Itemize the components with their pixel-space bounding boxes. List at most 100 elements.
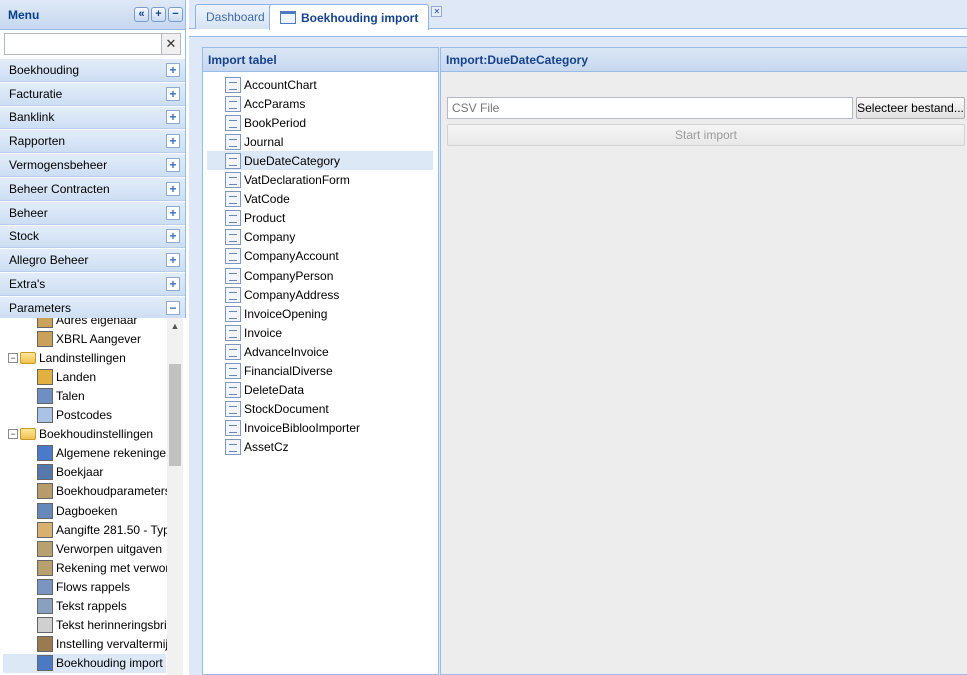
envelope-icon xyxy=(37,407,53,423)
section-toggle-icon[interactable]: + xyxy=(166,86,180,101)
scroll-thumb[interactable] xyxy=(169,364,181,466)
import-item-accountchart[interactable]: AccountChart xyxy=(207,75,433,94)
tree-item-aangifte-281-50-type[interactable]: Aangifte 281.50 - Type xyxy=(37,520,177,539)
section-toggle-icon[interactable]: + xyxy=(166,181,180,196)
tree-item-dagboeken[interactable]: Dagboeken xyxy=(37,501,117,520)
content-top-strip xyxy=(189,30,967,37)
menu-search-input[interactable] xyxy=(4,33,162,55)
tree-item-label: Boekhoudparameters xyxy=(56,484,171,499)
menu-section-rapporten[interactable]: Rapporten + xyxy=(0,129,185,154)
tree-item-label: Landinstellingen xyxy=(39,350,126,365)
csv-file-field[interactable] xyxy=(447,97,853,119)
chart-icon xyxy=(37,445,53,462)
tree-item-label: XBRL Aangever xyxy=(56,331,141,346)
section-toggle-icon[interactable]: + xyxy=(166,253,180,268)
tree-item-talen[interactable]: Talen xyxy=(37,386,85,405)
tree-item-algemene-rekeningen[interactable]: Algemene rekeningen xyxy=(37,444,173,463)
import-item-vatdeclarationform[interactable]: VatDeclarationForm xyxy=(207,171,433,190)
menu-section-label: Beheer xyxy=(9,205,48,220)
tree-item-landinstellingen[interactable]: − Landinstellingen xyxy=(8,348,126,367)
tree-item-rekening-met-verworp[interactable]: Rekening met verworp xyxy=(37,558,176,577)
menu-section-extra-s[interactable]: Extra's + xyxy=(0,272,185,296)
tree-item-tekst-herinneringsbrie[interactable]: Tekst herinneringsbrie xyxy=(37,616,173,635)
tree-item-verworpen-uitgaven[interactable]: Verworpen uitgaven xyxy=(37,539,162,558)
import-item-deletedata[interactable]: DeleteData xyxy=(207,381,433,400)
section-toggle-icon[interactable]: + xyxy=(166,229,180,244)
import-item-company[interactable]: Company xyxy=(207,228,433,247)
import-item-companyaccount[interactable]: CompanyAccount xyxy=(207,247,433,266)
tree-item-landen[interactable]: Landen xyxy=(37,367,96,386)
section-toggle-icon[interactable]: + xyxy=(166,62,180,77)
section-toggle-icon[interactable]: + xyxy=(166,277,180,292)
table-icon xyxy=(225,420,241,437)
menu-section-vermogensbeheer[interactable]: Vermogensbeheer + xyxy=(0,153,185,177)
section-toggle-icon[interactable]: + xyxy=(166,110,180,125)
tab-boekhouding-import[interactable]: Boekhouding import ✕ xyxy=(269,4,443,30)
menu-section-banklink[interactable]: Banklink + xyxy=(0,105,185,130)
import-item-assetcz[interactable]: AssetCz xyxy=(207,438,433,457)
tab-dashboard[interactable]: Dashboard xyxy=(195,4,276,29)
table-icon xyxy=(225,133,241,150)
select-file-button[interactable]: Selecteer bestand... xyxy=(856,97,965,119)
import-item-accparams[interactable]: AccParams xyxy=(207,94,433,113)
import-item-invoice[interactable]: Invoice xyxy=(207,323,433,342)
book-icon xyxy=(37,464,53,481)
close-tab-icon[interactable]: ✕ xyxy=(431,6,443,17)
expenses-icon xyxy=(37,540,53,557)
import-item-bookperiod[interactable]: BookPeriod xyxy=(207,113,433,132)
menu-section-label: Facturatie xyxy=(9,86,63,101)
tree-item-xbrl-aangever[interactable]: XBRL Aangever xyxy=(37,329,141,348)
import-item-vatcode[interactable]: VatCode xyxy=(207,190,433,209)
table-icon xyxy=(225,343,241,360)
section-toggle-icon[interactable]: − xyxy=(166,300,180,315)
tree-item-postcodes[interactable]: Postcodes xyxy=(37,406,112,425)
menu-section-beheer[interactable]: Beheer + xyxy=(0,200,185,225)
section-toggle-icon[interactable]: + xyxy=(166,158,180,173)
import-item-invoicebiblooimporter[interactable]: InvoiceBiblooImporter xyxy=(207,419,433,438)
table-icon xyxy=(225,152,241,169)
tree-item-label: Verworpen uitgaven xyxy=(56,541,163,556)
tree-scrollbar[interactable]: ▲ xyxy=(167,318,183,675)
collapse-node-icon[interactable]: − xyxy=(8,429,18,440)
parameters-tree[interactable]: Adres eigenaar XBRL Aangever − Landinstelli… xyxy=(0,318,186,675)
tree-item-flows-rappels[interactable]: Flows rappels xyxy=(37,577,130,596)
scroll-up-icon[interactable]: ▲ xyxy=(167,318,183,334)
collapse-node-icon[interactable]: − xyxy=(8,352,18,363)
menu-section-boekhouding[interactable]: Boekhouding + xyxy=(0,58,185,82)
start-import-button[interactable]: Start import xyxy=(447,124,965,146)
import-item-duedatecategory[interactable]: DueDateCategory xyxy=(207,151,433,171)
menu-sections: Boekhouding + Facturatie + Banklink + Rapporte… xyxy=(0,58,185,320)
collapse-all-button[interactable]: − xyxy=(168,7,183,22)
import-item-companyperson[interactable]: CompanyPerson xyxy=(207,266,433,285)
search-clear-button[interactable]: ✕ xyxy=(162,33,181,55)
import-item-journal[interactable]: Journal xyxy=(207,132,433,151)
tree-item-adres-eigenaar[interactable]: Adres eigenaar xyxy=(37,318,137,329)
menu-section-parameters[interactable]: Parameters − xyxy=(0,295,185,320)
expand-all-button[interactable]: + xyxy=(151,7,166,22)
tree-item-boekjaar[interactable]: Boekjaar xyxy=(37,463,103,482)
menu-section-facturatie[interactable]: Facturatie + xyxy=(0,81,185,106)
section-toggle-icon[interactable]: + xyxy=(166,134,180,149)
import-item-product[interactable]: Product xyxy=(207,209,433,228)
import-item-invoiceopening[interactable]: InvoiceOpening xyxy=(207,304,433,323)
import-item-label: VatDeclarationForm xyxy=(244,173,350,187)
tree-item-boekhoudparameters[interactable]: Boekhoudparameters xyxy=(37,482,171,501)
menu-section-beheer-contracten[interactable]: Beheer Contracten + xyxy=(0,176,185,201)
tree-item-label: Aangifte 281.50 - Type xyxy=(56,522,177,537)
tree-item-boekhoudinstellingen[interactable]: − Boekhoudinstellingen xyxy=(8,425,153,444)
collapse-menu-button[interactable]: « xyxy=(134,7,149,22)
tree-item-label: Instelling vervaltermijn xyxy=(56,637,175,652)
menu-section-stock[interactable]: Stock + xyxy=(0,224,185,249)
import-item-financialdiverse[interactable]: FinancialDiverse xyxy=(207,362,433,381)
tree-item-tekst-rappels[interactable]: Tekst rappels xyxy=(37,597,127,616)
import-item-stockdocument[interactable]: StockDocument xyxy=(207,400,433,419)
tree-item-instelling-vervaltermijn[interactable]: Instelling vervaltermijn xyxy=(37,635,175,654)
menu-section-allegro-beheer[interactable]: Allegro Beheer + xyxy=(0,248,185,273)
table-icon xyxy=(225,382,241,399)
import-item-advanceinvoice[interactable]: AdvanceInvoice xyxy=(207,342,433,361)
import-item-companyaddress[interactable]: CompanyAddress xyxy=(207,285,433,304)
menu-section-label: Vermogensbeheer xyxy=(9,158,108,173)
section-toggle-icon[interactable]: + xyxy=(166,205,180,220)
tree-item-boekhouding-import[interactable]: Boekhouding import xyxy=(3,653,166,673)
table-icon xyxy=(225,439,241,456)
